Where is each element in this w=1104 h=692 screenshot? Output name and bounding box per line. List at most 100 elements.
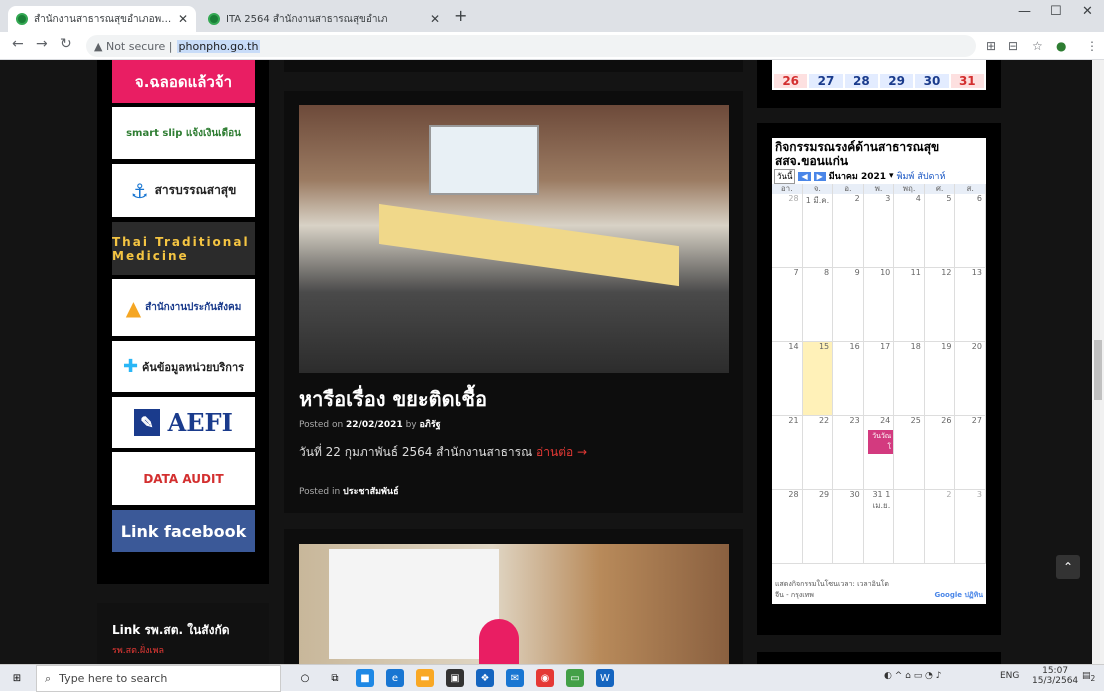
menu-icon[interactable]: ⋮ [1086, 39, 1098, 53]
scroll-to-top-button[interactable]: ⌃ [1056, 555, 1080, 579]
calendar-day[interactable]: 26 [924, 416, 956, 490]
post-image[interactable] [299, 105, 729, 373]
calendar-day[interactable]: 29 [802, 490, 834, 564]
today-button[interactable]: วันนี้ [774, 168, 796, 184]
calendar-day[interactable]: 28 [772, 490, 803, 564]
banner-item[interactable]: DATA AUDIT [112, 452, 255, 505]
calendar-day[interactable]: 3 [863, 194, 895, 268]
calendar-day[interactable]: 4 [894, 194, 925, 268]
back-icon[interactable]: ← [12, 36, 24, 52]
link-item[interactable]: รพ.สต.ฝั่งเพล [112, 643, 164, 657]
calendar-day[interactable]: 11 [894, 268, 925, 342]
calendar-day[interactable]: 7 [772, 268, 803, 342]
line-icon[interactable]: ▭ [566, 669, 584, 687]
calendar-day[interactable]: 9 [833, 268, 864, 342]
banner-item[interactable]: ▲ สำนักงานประกันสังคม [112, 279, 255, 336]
calendar-day[interactable]: 17 [863, 342, 895, 416]
word-icon[interactable]: W [596, 669, 614, 687]
calendar-day[interactable]: 20 [955, 342, 986, 416]
page-scrollbar[interactable] [1092, 60, 1104, 664]
close-window-icon[interactable]: ✕ [1082, 4, 1093, 19]
translate-icon[interactable]: ⊞ [986, 39, 996, 53]
post-date[interactable]: 22/02/2021 [346, 420, 403, 430]
banner-item[interactable]: ⚓ สารบรรณสาสุข [112, 164, 255, 217]
close-tab-icon[interactable]: ✕ [430, 12, 440, 26]
week-view-tab[interactable]: สัปดาห์ [917, 169, 945, 183]
calendar-day[interactable]: 6 [955, 194, 986, 268]
maximize-icon[interactable]: ☐ [1050, 4, 1062, 19]
reload-icon[interactable]: ↻ [60, 36, 72, 52]
calendar-day[interactable]: 30 [833, 490, 864, 564]
calendar-day[interactable]: 21 [772, 416, 803, 490]
calendar-day[interactable]: 10 [863, 268, 895, 342]
minimize-icon[interactable]: — [1018, 4, 1031, 19]
post-card [284, 529, 743, 664]
print-link[interactable]: พิมพ์ [897, 169, 915, 183]
calendar-day[interactable]: 5 [924, 194, 956, 268]
calendar-day[interactable]: 14 [772, 342, 803, 416]
clock-time: 15:07 [1042, 666, 1069, 676]
store-icon[interactable]: ▣ [446, 669, 464, 687]
extension-icon[interactable]: ⊟ [1008, 39, 1018, 53]
by-label: by [405, 420, 417, 430]
forward-icon[interactable]: → [36, 36, 48, 52]
edge-icon[interactable]: e [386, 669, 404, 687]
prev-month-button[interactable]: ◀ [798, 171, 811, 181]
close-tab-icon[interactable]: ✕ [178, 12, 188, 26]
browser-tab-1[interactable]: สำนักงานสาธารณสุขอำเภอพล | Pho ✕ [8, 6, 196, 32]
calendar-day-with-event[interactable]: 24 วันวัณโ [863, 416, 895, 490]
banner-item[interactable]: Thai Traditional Medicine [112, 222, 255, 275]
calendar-day[interactable]: 13 [955, 268, 986, 342]
taskbar-search[interactable]: ⌕ Type here to search [36, 665, 281, 692]
system-tray-icons[interactable]: ◐ ^ ⌂ ▭ ◔ ♪ [884, 671, 942, 681]
browser-tab-2[interactable]: ITA 2564 สำนักงานสาธารณสุขอำเภ ✕ [200, 6, 448, 32]
calendar-event[interactable]: วันวัณโ [867, 430, 894, 454]
language-indicator[interactable]: ENG [1000, 671, 1019, 681]
calendar-day[interactable]: 3 [955, 490, 986, 564]
banner-item[interactable]: Link facebook [112, 510, 255, 552]
calendar-day[interactable]: 2 [924, 490, 956, 564]
bookmark-star-icon[interactable]: ☆ [1032, 39, 1043, 53]
notification-icon[interactable]: ▤2 [1082, 671, 1095, 683]
file-explorer-icon[interactable]: ▬ [416, 669, 434, 687]
calendar-day[interactable]: 22 [802, 416, 834, 490]
month-dropdown-icon[interactable]: ▾ [889, 171, 894, 181]
banner-item[interactable]: ✎ AEFI [112, 397, 255, 448]
dropbox-icon[interactable]: ❖ [476, 669, 494, 687]
category-link[interactable]: ประชาสัมพันธ์ [343, 487, 399, 497]
app-icon[interactable]: ■ [356, 669, 374, 687]
scrollbar-thumb[interactable] [1094, 340, 1102, 400]
post-author[interactable]: อภิรัฐ [420, 420, 441, 430]
calendar-day[interactable]: 18 [894, 342, 925, 416]
task-view-icon[interactable]: ⧉ [326, 669, 344, 687]
calendar-day[interactable] [894, 490, 925, 564]
calendar-day[interactable]: 27 [955, 416, 986, 490]
post-image[interactable] [299, 544, 729, 664]
calendar-day[interactable]: 28 [772, 194, 803, 268]
new-tab-button[interactable]: + [454, 6, 467, 25]
calendar-day[interactable]: 1 มี.ค. [802, 194, 834, 268]
banner-item[interactable]: ✚ ค้นข้อมูลหน่วยบริการ [112, 341, 255, 392]
profile-avatar[interactable]: ● [1056, 39, 1066, 53]
calendar-day[interactable]: 8 [802, 268, 834, 342]
banner-item[interactable]: smart slip แจ้งเงินเดือน [112, 107, 255, 159]
mail-icon[interactable]: ✉ [506, 669, 524, 687]
calendar-day[interactable]: 31 1 เม.ย. [863, 490, 895, 564]
clock[interactable]: 15:07 15/3/2564 [1032, 666, 1078, 686]
calendar-day[interactable]: 25 [894, 416, 925, 490]
cortana-icon[interactable]: ○ [296, 669, 314, 687]
calendar-day[interactable]: 19 [924, 342, 956, 416]
chrome-icon[interactable]: ◉ [536, 669, 554, 687]
banner-item[interactable]: จ.ฉลอดแล้วจ้า [112, 60, 255, 103]
calendar-day[interactable]: 16 [833, 342, 864, 416]
read-more-link[interactable]: อ่านต่อ → [536, 445, 587, 459]
calendar-day[interactable]: 2 [833, 194, 864, 268]
calendar-day[interactable]: 23 [833, 416, 864, 490]
address-bar[interactable]: ▲ Not secure | phonpho.go.th [86, 35, 976, 57]
calendar-day-today[interactable]: 15 [802, 342, 834, 416]
next-month-button[interactable]: ▶ [813, 171, 826, 181]
calendar-day[interactable]: 12 [924, 268, 956, 342]
windows-start-icon[interactable]: ⊞ [8, 669, 26, 687]
post-title[interactable]: หารือเรื่อง ขยะติดเชื้อ [299, 383, 487, 415]
google-calendar-link[interactable]: Google ปฏิทิน [934, 590, 983, 601]
